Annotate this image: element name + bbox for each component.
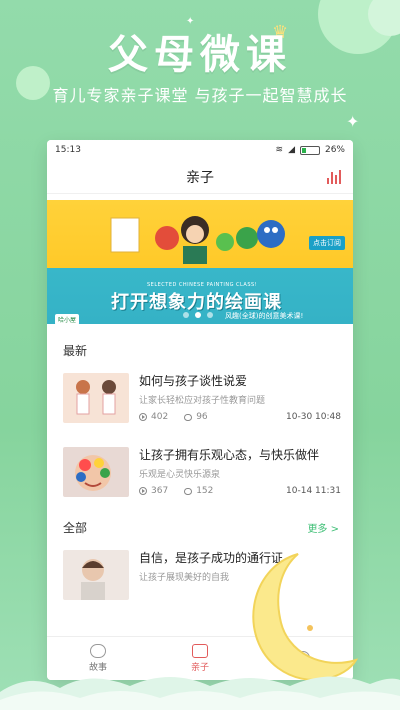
app-header: 亲子 (47, 160, 353, 194)
hero-title: 父母微课 (108, 32, 292, 78)
carousel-dot[interactable] (183, 312, 189, 318)
comment-icon (184, 487, 193, 495)
section-head-all: 全部 更多 > (47, 519, 353, 536)
article-thumbnail (63, 550, 129, 600)
section-title-all: 全部 (63, 521, 88, 535)
article-meta: 402 96 10-30 10:48 (139, 412, 341, 422)
wifi-icon: ≋ (275, 145, 284, 155)
article-desc: 让家长轻松应对孩子性教育问题 (139, 396, 266, 406)
play-count: 402 (151, 412, 169, 422)
carousel-dot[interactable] (207, 312, 213, 318)
article-date: 10-30 10:48 (286, 412, 341, 422)
page-title: 亲子 (186, 169, 214, 186)
play-count-icon (139, 413, 147, 421)
banner-illustration (110, 216, 285, 264)
promo-banner[interactable]: 点击订阅 SELECTED CHINESE PAINTING CLASS! 打开… (47, 200, 353, 324)
article-title: 让孩子拥有乐观心态，与快乐做伴 (139, 448, 320, 462)
carousel-dots (183, 312, 213, 318)
sparkle-icon: ✦ (346, 112, 360, 131)
comment-count: 96 (196, 412, 208, 422)
more-link[interactable]: 更多 > (307, 520, 339, 535)
play-count-icon (139, 487, 147, 495)
article-desc: 乐观是心灵快乐源泉 (139, 470, 221, 480)
hero-subtitle: 育儿专家亲子课堂 与孩子一起智慧成长 (52, 86, 348, 105)
battery-percent: 26% (324, 145, 345, 155)
radio-icon (192, 644, 208, 658)
story-face-icon (90, 644, 106, 658)
carousel-dot[interactable] (195, 312, 201, 318)
status-icons: ≋ ◢ 26% (276, 145, 345, 155)
article-meta: 367 152 10-14 11:31 (139, 486, 341, 496)
article-date: 10-14 11:31 (286, 486, 341, 496)
banner-caption: 风趣(全球)的创意美术课! (225, 312, 304, 320)
signal-icon: ◢ (288, 145, 295, 155)
article-thumbnail (63, 447, 129, 497)
play-count: 367 (151, 486, 169, 496)
list-item[interactable]: 如何与孩子谈性说爱 让家长轻松应对孩子性教育问题 402 96 10-30 10… (47, 363, 353, 431)
cloud-decoration (0, 676, 400, 710)
battery-icon (299, 145, 320, 155)
status-time: 15:13 (55, 145, 81, 155)
article-title: 如何与孩子谈性说爱 (139, 374, 248, 388)
banner-logo: 哈小屋 (55, 314, 80, 324)
comment-count: 152 (196, 486, 214, 496)
status-bar: 15:13 ≋ ◢ 26% (47, 140, 353, 160)
article-thumbnail (63, 373, 129, 423)
list-item[interactable]: 让孩子拥有乐观心态，与快乐做伴 乐观是心灵快乐源泉 367 152 10-14 … (47, 437, 353, 505)
bar-chart-icon[interactable] (327, 170, 341, 184)
comment-icon (184, 413, 193, 421)
subscribe-tag[interactable]: 点击订阅 (309, 236, 345, 250)
section-title-latest: 最新 (63, 344, 88, 358)
